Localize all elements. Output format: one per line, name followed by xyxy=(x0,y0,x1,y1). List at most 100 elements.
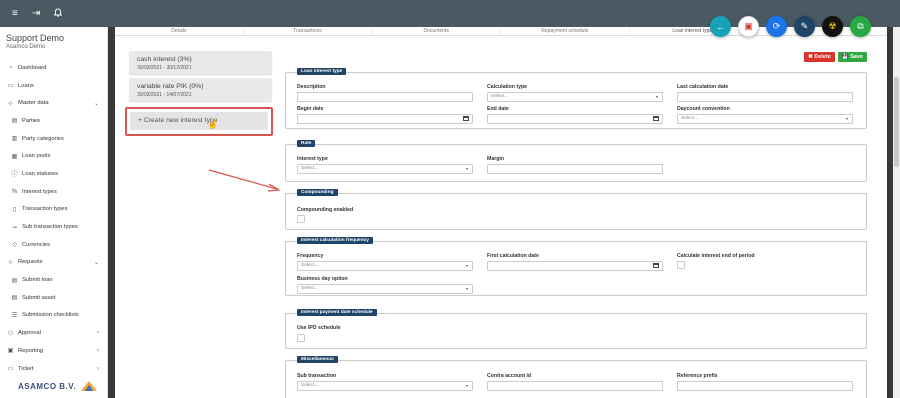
org-header[interactable]: Support Demo Asamco Demo xyxy=(0,27,107,50)
business-day-option-label: Business day option xyxy=(297,276,348,282)
sidebar-item-loan-pools[interactable]: ▦ Loan pools xyxy=(0,147,108,165)
hand-cursor-icon: ☝ xyxy=(207,119,219,129)
menu-icon[interactable]: ≡ xyxy=(12,8,18,19)
sidebar-item-loan-statuses[interactable]: ⓘ Loan statuses xyxy=(0,165,108,183)
sidebar-item-submission-checklists[interactable]: ☰ Submission checklists xyxy=(0,307,108,325)
sidebar-item-label: Loans xyxy=(18,82,34,89)
sidebar-item-submit-loan[interactable]: ▤ Submit loan xyxy=(0,271,108,289)
sidebar-item-label: Loan statuses xyxy=(22,170,59,177)
end-date-input[interactable] xyxy=(487,114,663,124)
page-scrollbar[interactable] xyxy=(893,27,900,398)
logo-mark-icon xyxy=(81,381,98,391)
sidebar-item-currencies[interactable]: ◇ Currencies xyxy=(0,236,108,254)
interest-types-icon: % xyxy=(11,188,18,195)
master-data-icon: ⊹ xyxy=(7,100,14,107)
interest-type-card[interactable]: cash interest (3%) 30/03/2021 - 30/12/20… xyxy=(129,51,272,74)
dropdown-icon: ▾ xyxy=(465,286,468,291)
yellow-circle-icon[interactable]: ☢ xyxy=(822,16,843,37)
select-placeholder: Select... xyxy=(301,166,319,171)
sidebar-item-label: Approval xyxy=(18,330,41,337)
last-calc-date-input[interactable] xyxy=(677,92,853,102)
create-interest-type-button[interactable]: + Create new interest type xyxy=(130,112,268,130)
section-interest-calculation-frequency: Interest calculation frequency Frequency… xyxy=(285,237,867,296)
calendar-icon[interactable] xyxy=(653,263,659,268)
sidebar-item-dashboard[interactable]: ◔ Dashboard xyxy=(0,59,108,77)
chevron-icon: ⌄ xyxy=(93,259,99,266)
frequency-label: Frequency xyxy=(297,253,324,259)
chevron-icon: › xyxy=(97,365,99,372)
use-ipd-checkbox[interactable] xyxy=(297,334,305,342)
sidebar-nav: ◔ Dashboard ▭ Loans ⊹ Master data ⌄ ▤ Parties ▥ Pa… xyxy=(0,59,108,377)
company-logo: ASAMCO B.V. xyxy=(18,380,98,392)
action-buttons: ✖ Delete 💾 Save xyxy=(804,52,867,62)
interest-type-label: Interest type xyxy=(297,156,328,162)
tab-transactions[interactable]: Transactions xyxy=(244,27,373,35)
sidebar-item-label: Ticket xyxy=(18,365,34,372)
sidebar-item-label: Loan pools xyxy=(22,153,51,160)
dashboard-icon: ◔ xyxy=(8,64,13,71)
interest-type-card[interactable]: variable rate PIK (0%) 30/03/2021 - 14/0… xyxy=(129,78,272,101)
tab-details[interactable]: Details xyxy=(115,27,244,35)
calendar-icon[interactable] xyxy=(653,116,659,121)
calc-end-of-period-checkbox[interactable] xyxy=(677,261,685,269)
logo-text: ASAMCO B.V. xyxy=(18,381,77,391)
sidebar-item-party-categories[interactable]: ▥ Party categories xyxy=(0,130,108,148)
sidebar-item-reporting[interactable]: ▣ Reporting › xyxy=(0,342,108,360)
last-calc-date-label: Last calculation date xyxy=(677,84,729,90)
transaction-types-icon: ▯ xyxy=(12,206,17,213)
sidebar-item-submit-asset[interactable]: ▤ Submit asset xyxy=(0,289,108,307)
section-title: Loan interest type xyxy=(297,68,347,75)
frequency-select[interactable]: Select... ▾ xyxy=(297,261,473,271)
logout-icon[interactable]: ⇥ xyxy=(32,8,40,19)
calculation-type-label: Calculation type xyxy=(487,84,528,90)
section-title: Interest calculation frequency xyxy=(297,237,373,244)
business-day-option-select[interactable]: Select... ▾ xyxy=(297,284,473,294)
submit-asset-icon: ▤ xyxy=(11,295,18,302)
interest-type-list: cash interest (3%) 30/03/2021 - 30/12/20… xyxy=(125,51,281,192)
first-calc-date-input[interactable] xyxy=(487,261,663,271)
first-calc-date-label: First calculation date xyxy=(487,253,539,259)
interest-type-select[interactable]: Select... ▾ xyxy=(297,164,473,174)
scrollbar-thumb[interactable] xyxy=(894,77,899,167)
chevron-icon: › xyxy=(97,347,99,354)
calculation-type-select[interactable]: Select... ▾ xyxy=(487,92,663,102)
sidebar-item-label: Transaction types xyxy=(22,206,68,213)
tab-documents[interactable]: Documents xyxy=(372,27,502,35)
contra-account-input[interactable] xyxy=(487,381,663,391)
sub-transaction-select[interactable]: Select... ▾ xyxy=(297,381,473,391)
interest-type-title: variable rate PIK (0%) xyxy=(137,83,204,90)
delete-button[interactable]: ✖ Delete xyxy=(804,52,835,62)
calendar-icon[interactable] xyxy=(463,116,469,121)
margin-label: Margin xyxy=(487,156,505,162)
pdf-icon[interactable]: ▣ xyxy=(738,16,759,37)
sidebar-item-parties[interactable]: ▤ Parties xyxy=(0,112,108,130)
sidebar-item-interest-types[interactable]: % Interest types xyxy=(0,183,108,201)
back-arrow-icon[interactable]: ← xyxy=(710,16,731,37)
requests-icon: ⊹ xyxy=(7,259,14,266)
section-title: Interest payment date schedule xyxy=(297,309,377,316)
begin-date-input[interactable] xyxy=(297,114,473,124)
sidebar-item-transaction-types[interactable]: ▯ Transaction types xyxy=(0,201,108,219)
edit-icon[interactable]: ✎ xyxy=(794,16,815,37)
sidebar-item-sub-transaction-types[interactable]: ⊸ Sub transaction types xyxy=(0,218,108,236)
tab-repayment-schedule[interactable]: Repayment schedule xyxy=(501,27,630,35)
bell-icon[interactable] xyxy=(53,8,63,19)
daycount-label: Daycount convention xyxy=(677,106,730,112)
reporting-icon: ▣ xyxy=(7,348,14,355)
sidebar-item-ticket[interactable]: ▭ Ticket › xyxy=(0,360,108,378)
sidebar-item-master-data[interactable]: ⊹ Master data ⌄ xyxy=(0,94,108,112)
description-input[interactable] xyxy=(297,92,473,102)
sidebar-item-requests[interactable]: ⊹ Requests ⌄ xyxy=(0,254,108,272)
copy-icon[interactable]: ⧉ xyxy=(850,16,871,37)
margin-input[interactable] xyxy=(487,164,663,174)
daycount-select[interactable]: Select... ▾ xyxy=(677,114,853,124)
sub-transaction-types-icon: ⊸ xyxy=(11,224,18,231)
loan-pools-icon: ▦ xyxy=(11,153,18,160)
refresh-icon[interactable]: ⟳ xyxy=(766,16,787,37)
sidebar-item-approval[interactable]: ⚇ Approval › xyxy=(0,324,108,342)
reference-prefix-input[interactable] xyxy=(677,381,853,391)
compounding-enabled-checkbox[interactable] xyxy=(297,215,305,223)
sidebar-item-loans[interactable]: ▭ Loans xyxy=(0,77,108,95)
interest-type-dates: 30/03/2021 - 30/12/2021 xyxy=(137,65,192,71)
save-button[interactable]: 💾 Save xyxy=(837,52,867,62)
